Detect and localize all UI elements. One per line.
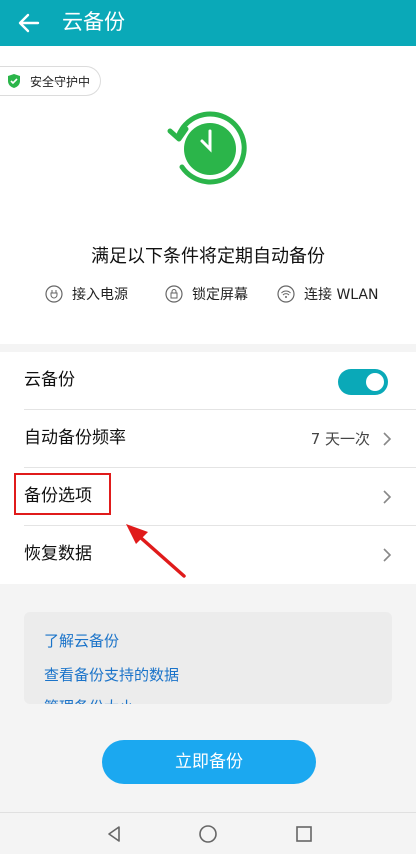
chevron-right-icon: [383, 490, 392, 504]
info-links-card: 了解云备份 查看备份支持的数据 管理备份大小: [24, 612, 392, 704]
wifi-icon: [277, 285, 295, 303]
nav-home-icon[interactable]: [198, 824, 218, 844]
shield-check-icon: [8, 74, 20, 88]
condition-title: 满足以下条件将定期自动备份: [91, 246, 325, 267]
setting-label: 自动备份频率: [24, 428, 126, 448]
setting-cloud-backup: 云备份: [0, 352, 416, 410]
annotation-arrow-icon: [126, 524, 186, 578]
link-about-cloud-backup[interactable]: 了解云备份: [44, 630, 119, 651]
link-supported-data[interactable]: 查看备份支持的数据: [44, 664, 179, 685]
condition-lock: 锁定屏幕: [164, 284, 248, 304]
nav-recents-icon[interactable]: [294, 824, 314, 844]
condition-label: 接入电源: [72, 287, 128, 303]
cloud-backup-toggle[interactable]: [338, 369, 388, 395]
hero-section: 安全守护中 满足以下条件将定期自动备份 接入电源 锁定屏幕 连接 WLAN: [0, 46, 416, 344]
setting-label: 云备份: [24, 370, 75, 390]
condition-power: 接入电源: [44, 284, 128, 304]
backup-now-button[interactable]: 立即备份: [102, 740, 316, 784]
condition-list: 接入电源 锁定屏幕 连接 WLAN: [0, 284, 416, 306]
condition-label: 连接 WLAN: [304, 287, 379, 303]
condition-wlan: 连接 WLAN: [276, 284, 378, 304]
clock-sync-icon: [167, 111, 247, 185]
setting-label: 恢复数据: [24, 544, 92, 564]
nav-back-icon[interactable]: [104, 824, 124, 844]
system-nav-bar: [0, 812, 416, 854]
lock-icon: [165, 285, 183, 303]
security-badge[interactable]: 安全守护中: [0, 66, 102, 96]
page-title: 云备份: [62, 10, 125, 34]
chevron-right-icon: [383, 548, 392, 562]
power-plug-icon: [45, 285, 63, 303]
settings-list: 云备份 自动备份频率 7 天一次 备份选项 恢复数据: [0, 352, 416, 584]
setting-value: 7 天一次: [310, 430, 370, 448]
chevron-right-icon: [383, 432, 392, 446]
toggle-knob: [366, 373, 384, 391]
setting-backup-frequency[interactable]: 自动备份频率 7 天一次: [0, 410, 416, 468]
annotation-highlight-box: [14, 473, 111, 515]
security-badge-label: 安全守护中: [30, 74, 91, 89]
back-arrow-icon[interactable]: [14, 8, 44, 38]
app-bar: 云备份: [0, 0, 416, 46]
condition-label: 锁定屏幕: [192, 287, 248, 303]
setting-restore-data[interactable]: 恢复数据: [0, 526, 416, 584]
link-manage-size[interactable]: 管理备份大小: [44, 696, 134, 704]
